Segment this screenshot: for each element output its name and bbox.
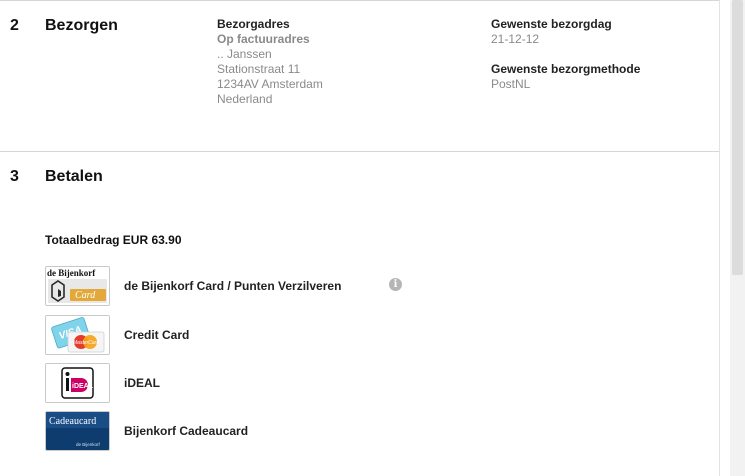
address-line: Nederland bbox=[217, 92, 273, 106]
delivery-method-heading: Gewenste bezorgmethode bbox=[491, 62, 641, 76]
total-amount: Totaalbedrag EUR 63.90 bbox=[45, 233, 182, 247]
payment-option-label: Credit Card bbox=[124, 328, 190, 342]
address-line: 1234AV Amsterdam bbox=[217, 77, 323, 91]
cadeaucard-icon: Cadeaucard de Bijenkorf bbox=[45, 411, 110, 451]
payment-option-credit-card[interactable]: VISA MasterCard Credit Card bbox=[45, 315, 465, 355]
top-divider bbox=[0, 0, 720, 1]
delivery-options-block: Gewenste bezorgdag 21-12-12 Gewenste bez… bbox=[491, 17, 640, 92]
payment-option-bijenkorf-card[interactable]: de Bijenkorf Card de Bijenkorf Card / Pu… bbox=[45, 266, 465, 306]
delivery-day-heading: Gewenste bezorgdag bbox=[491, 17, 612, 31]
section-divider bbox=[0, 151, 720, 152]
address-line: .. Janssen bbox=[217, 47, 272, 61]
delivery-day-value: 21-12-12 bbox=[491, 32, 540, 46]
cadeaucard-brand-text: de Bijenkorf bbox=[76, 442, 101, 447]
bijenkorf-logo-text: de Bijenkorf bbox=[47, 268, 96, 278]
delivery-address-subheading: Op factuuradres bbox=[217, 32, 310, 46]
payment-option-label: iDEAL bbox=[124, 376, 160, 390]
delivery-address-heading: Bezorgadres bbox=[217, 17, 290, 31]
ideal-logo-text: iDEAL bbox=[72, 383, 94, 390]
info-icon[interactable]: i bbox=[389, 278, 402, 291]
ideal-icon: iDEAL bbox=[45, 363, 110, 403]
payment-option-label: Bijenkorf Cadeaucard bbox=[124, 424, 249, 438]
address-line: Stationstraat 11 bbox=[217, 62, 301, 76]
credit-card-icon: VISA MasterCard bbox=[45, 315, 110, 355]
step-title-betalen: Betalen bbox=[45, 168, 103, 185]
checkout-panel: 2 Bezorgen Bezorgadres Op factuuradres .… bbox=[0, 0, 720, 476]
cadeaucard-logo-text: Cadeaucard bbox=[49, 416, 96, 427]
delivery-method-value: PostNL bbox=[491, 77, 531, 91]
payment-option-ideal[interactable]: iDEAL iDEAL bbox=[45, 363, 465, 403]
bijenkorf-card-icon: de Bijenkorf Card bbox=[45, 266, 110, 306]
step-number-betalen: 3 bbox=[10, 168, 19, 185]
scrollbar-thumb[interactable] bbox=[732, 0, 743, 275]
payment-option-label: de Bijenkorf Card / Punten Verzilveren bbox=[124, 279, 342, 293]
bijenkorf-card-word: Card bbox=[75, 290, 96, 301]
panel-border bbox=[719, 0, 720, 476]
mastercard-logo-text: MasterCard bbox=[73, 340, 99, 346]
delivery-address-block: Bezorgadres Op factuuradres .. Janssen S… bbox=[217, 17, 323, 107]
step-number-bezorgen: 2 bbox=[10, 17, 19, 34]
payment-option-cadeaucard[interactable]: Cadeaucard de Bijenkorf Bijenkorf Cadeau… bbox=[45, 411, 465, 451]
step-title-bezorgen: Bezorgen bbox=[45, 17, 118, 34]
scrollbar[interactable] bbox=[730, 0, 745, 476]
